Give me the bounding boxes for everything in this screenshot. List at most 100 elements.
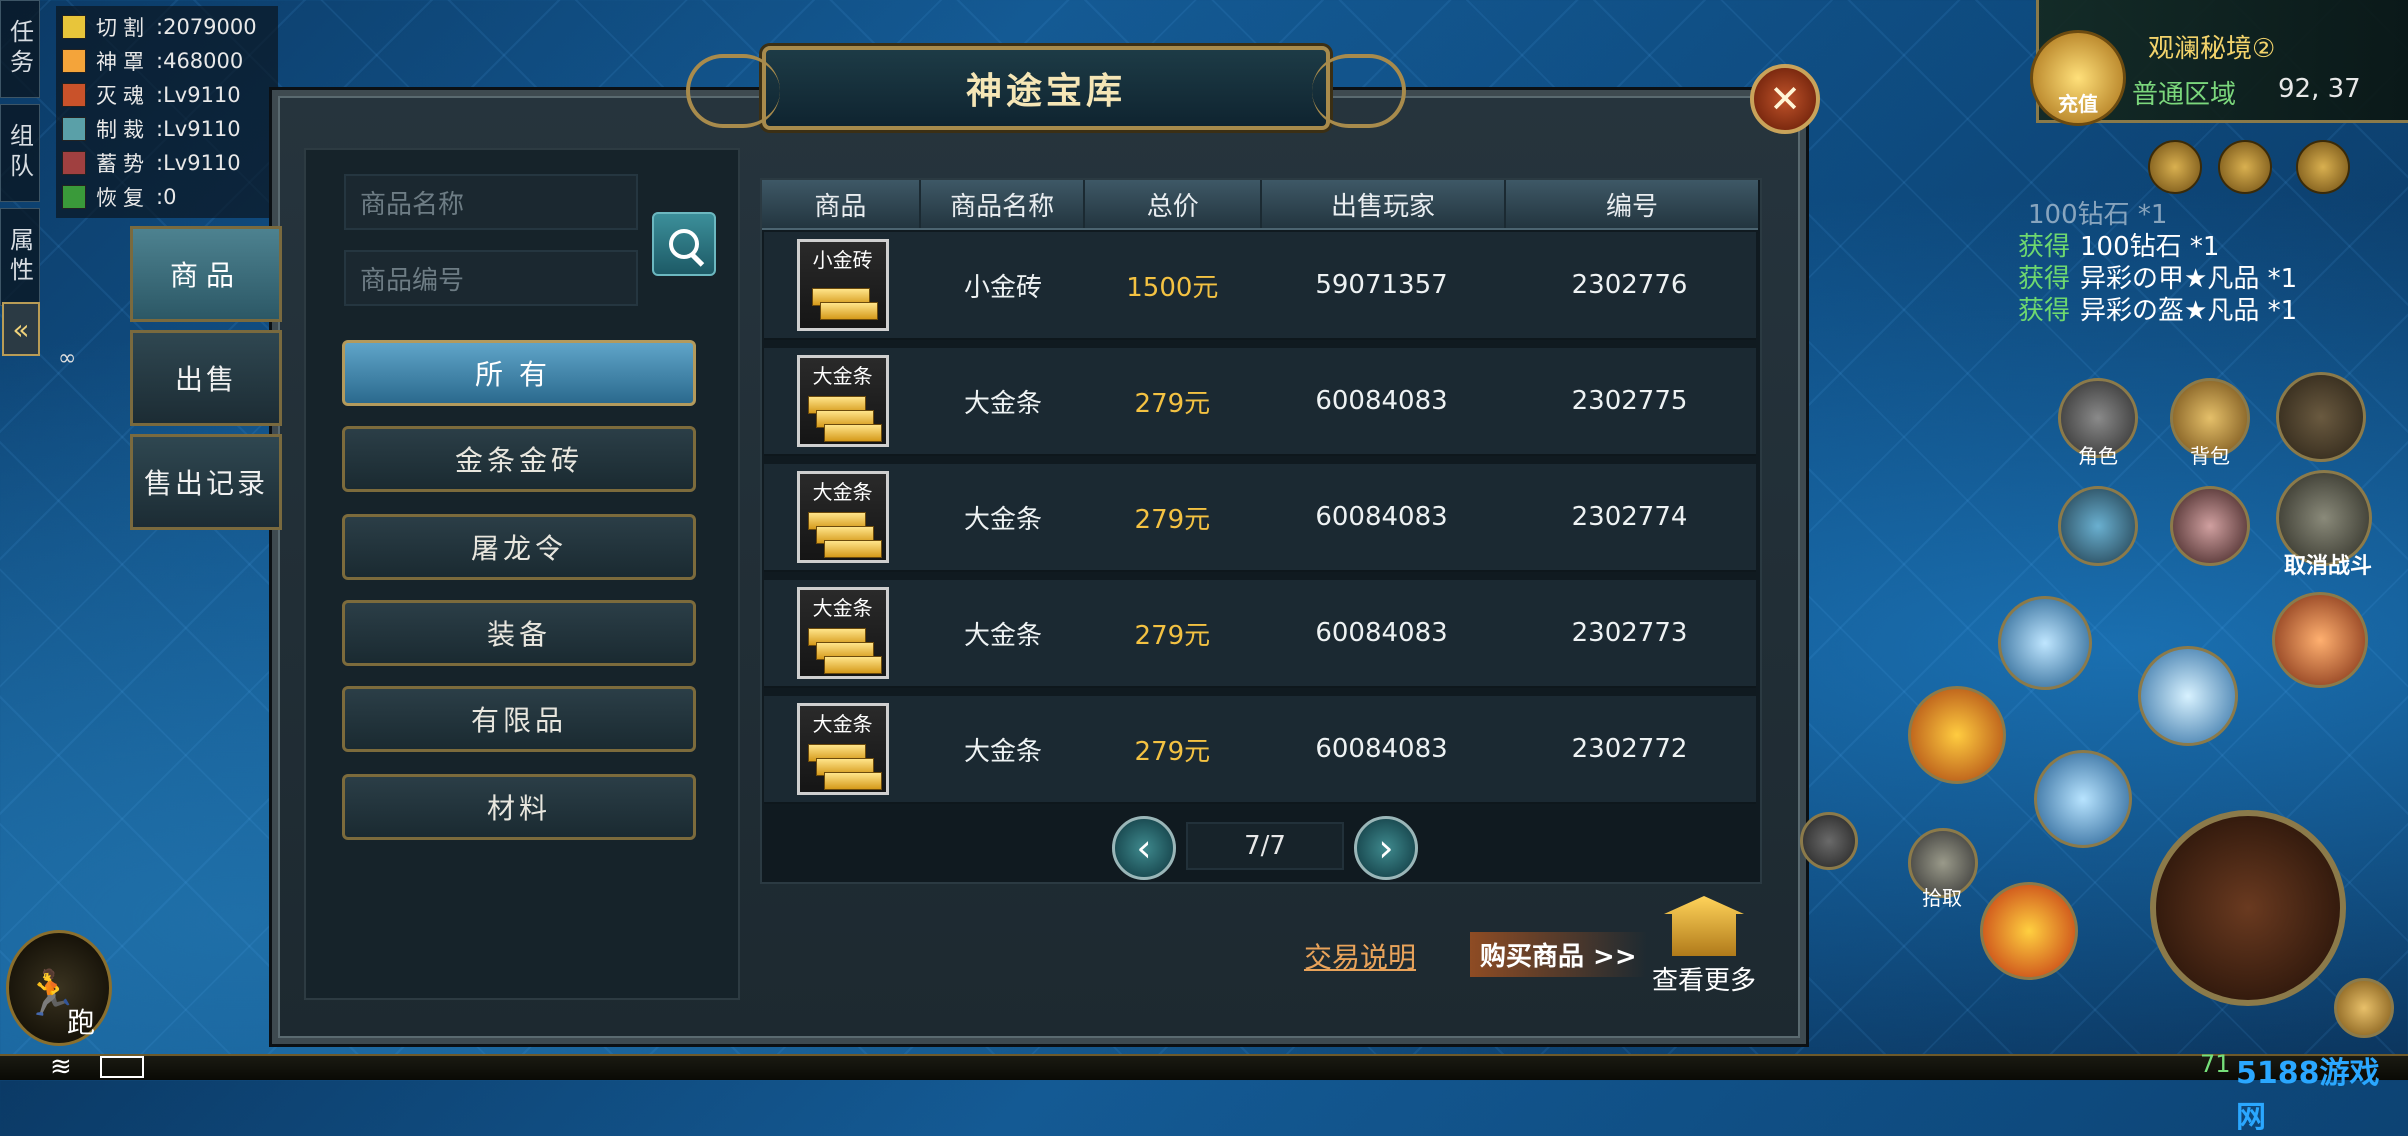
chevron-left-icon: «	[12, 312, 30, 346]
left-side-tabs: 任务 组队 属性	[0, 0, 40, 312]
skill-slot-icon[interactable]	[2170, 486, 2250, 566]
loot-message: 获得 异彩の盔★凡品 *1	[2018, 296, 2298, 326]
stat-icon	[62, 117, 86, 141]
trade-help-link[interactable]: 交易说明	[1304, 936, 1416, 976]
header-id: 编号	[1606, 191, 1659, 222]
stat-value: Lv9110	[163, 117, 241, 141]
listing-id: 2302775	[1571, 386, 1688, 416]
run-button[interactable]: 🏃 跑	[6, 930, 112, 1046]
mail-icon[interactable]	[2218, 140, 2272, 194]
stat-row: 神罩:468000	[62, 44, 272, 78]
target-lock-icon[interactable]	[1800, 812, 1858, 870]
map-name: 观澜秘境②	[2148, 34, 2276, 64]
seller-id: 60084083	[1315, 734, 1448, 764]
stat-name: 灭魂	[96, 84, 150, 108]
item-price: 1500元	[1126, 272, 1219, 303]
stat-name: 切割	[96, 16, 150, 40]
seller-id: 60084083	[1315, 386, 1448, 416]
run-label: 跑	[67, 1006, 96, 1039]
main-attack-button[interactable]	[2150, 810, 2346, 1006]
close-icon: ✕	[1769, 77, 1801, 121]
tab-task[interactable]: 任务	[0, 0, 40, 98]
stat-icon	[62, 151, 86, 175]
stat-name: 制裁	[96, 118, 150, 142]
stat-row: 蓄势: Lv9110	[62, 146, 272, 180]
tab-sell[interactable]: 出售	[130, 330, 282, 426]
stat-value: Lv9110	[163, 151, 241, 175]
page-indicator: 7/7	[1186, 822, 1344, 870]
chevron-right-icon: ›	[1378, 826, 1394, 870]
tab-attributes[interactable]: 属性	[0, 208, 40, 306]
next-page-button[interactable]: ›	[1354, 816, 1418, 880]
medal-icon[interactable]	[2148, 140, 2202, 194]
view-more-button[interactable]: 查看更多	[1648, 896, 1760, 997]
ice-skill-icon[interactable]	[1998, 596, 2092, 690]
collapse-left-button[interactable]: «	[2, 302, 40, 356]
table-row[interactable]: 大金条 大金条 279元 60084083 2302774	[764, 464, 1756, 572]
tab-team[interactable]: 组队	[0, 104, 40, 202]
stat-icon	[62, 83, 86, 107]
character-label: 角色	[2078, 444, 2118, 468]
search-button[interactable]	[652, 212, 716, 276]
gold-brick-icon: 小金砖	[796, 239, 889, 331]
switch-target-icon[interactable]	[2334, 978, 2394, 1038]
header-seller: 出售玩家	[1262, 180, 1507, 228]
settings-gear-icon[interactable]	[2296, 140, 2350, 194]
stat-icon	[62, 49, 86, 73]
table-row[interactable]: 大金条 大金条 279元 60084083 2302772	[764, 696, 1756, 804]
fire-skill-icon[interactable]	[2272, 592, 2368, 688]
player-coords: 92, 37	[2278, 74, 2361, 104]
prev-page-button[interactable]: ‹	[1112, 816, 1176, 880]
tab-sales-record[interactable]: 售出记录	[130, 434, 282, 530]
stat-row: 灭魂: Lv9110	[62, 78, 272, 112]
item-name: 大金条	[964, 504, 1043, 535]
item-name: 大金条	[964, 736, 1043, 767]
gold-bar-icon: 大金条	[796, 703, 889, 795]
skill-slot-icon[interactable]	[2058, 486, 2138, 566]
item-id-input[interactable]: 商品编号	[344, 250, 638, 306]
stat-value: 2079000	[163, 15, 257, 39]
gold-bar-icon: 大金条	[796, 471, 889, 563]
icon-label: 小金砖	[812, 248, 873, 272]
chevron-left-icon: ‹	[1136, 826, 1152, 870]
gold-bar-icon: 大金条	[796, 587, 889, 679]
item-name-input[interactable]: 商品名称	[344, 174, 638, 230]
listing-id: 2302776	[1571, 270, 1688, 300]
zone-type: 普通区域	[2132, 80, 2237, 110]
table-row[interactable]: 小金砖 小金砖 1500元 59071357 2302776	[764, 232, 1756, 340]
seller-id: 60084083	[1315, 618, 1448, 648]
menu-grid-icon[interactable]	[2276, 372, 2366, 462]
gold-bar-icon: 大金条	[796, 355, 889, 447]
header-price: 总价	[1085, 180, 1263, 228]
recharge-label: 充值	[2058, 92, 2098, 116]
stat-value: Lv9110	[163, 83, 241, 107]
recharge-button[interactable]: 充值	[2030, 30, 2126, 126]
category-dragon-token[interactable]: 屠龙令	[342, 514, 696, 580]
close-button[interactable]: ✕	[1750, 64, 1820, 134]
buy-item-button[interactable]: 购买商品 >>	[1470, 932, 1647, 977]
listing-id: 2302772	[1571, 734, 1688, 764]
flame-skill-icon[interactable]	[1908, 686, 2006, 784]
item-price: 279元	[1134, 388, 1211, 419]
stat-name: 神罩	[96, 50, 150, 74]
table-header: 商品 商品名称 总价 出售玩家 编号	[762, 180, 1758, 230]
seller-id: 60084083	[1315, 502, 1448, 532]
table-row[interactable]: 大金条 大金条 279元 60084083 2302775	[764, 348, 1756, 456]
listing-id: 2302774	[1571, 502, 1688, 532]
table-row[interactable]: 大金条 大金条 279元 60084083 2302773	[764, 580, 1756, 688]
cancel-fight-label: 取消战斗	[2283, 554, 2372, 579]
item-name: 大金条	[964, 388, 1043, 419]
category-all[interactable]: 所有	[342, 340, 696, 406]
category-equipment[interactable]: 装备	[342, 600, 696, 666]
category-limited[interactable]: 有限品	[342, 686, 696, 752]
category-gold[interactable]: 金条金砖	[342, 426, 696, 492]
bag-label: 背包	[2190, 444, 2230, 468]
stat-icon	[62, 185, 86, 209]
category-materials[interactable]: 材料	[342, 774, 696, 840]
explosion-skill-icon[interactable]	[1980, 882, 2078, 980]
frost-skill-icon[interactable]	[2138, 646, 2238, 746]
tab-goods[interactable]: 商品	[130, 226, 282, 322]
header-item: 商品	[762, 180, 921, 228]
wifi-icon: ≋	[50, 1052, 72, 1082]
blade-skill-icon[interactable]	[2034, 750, 2132, 848]
